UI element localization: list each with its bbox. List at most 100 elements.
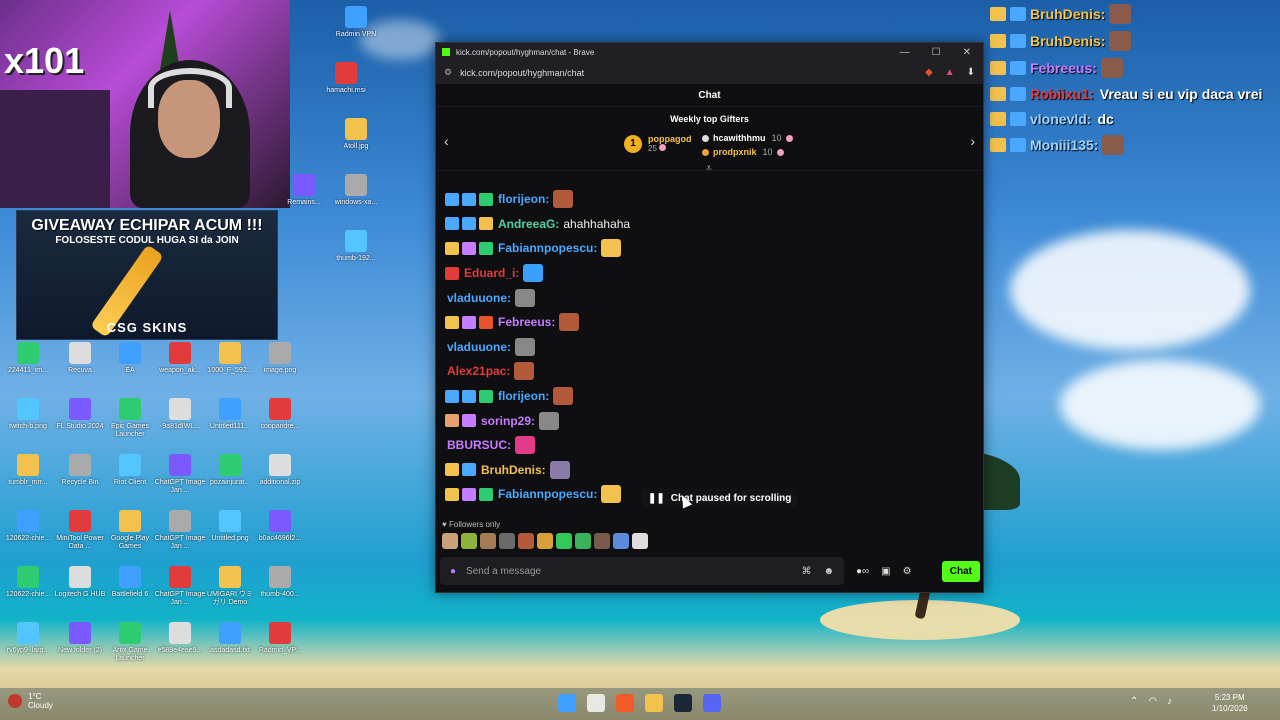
- user-badge-icon[interactable]: [445, 487, 459, 501]
- message-input[interactable]: ● Send a message ⌘ ☻: [440, 557, 844, 585]
- chat-username[interactable]: BBURSUC:: [447, 438, 511, 452]
- emote-icon[interactable]: [461, 533, 477, 549]
- store-icon[interactable]: ▣: [881, 566, 890, 577]
- kicks-icon[interactable]: ●∞: [856, 566, 869, 577]
- user-badge-icon[interactable]: [462, 487, 476, 501]
- chat-username[interactable]: BruhDenis:: [481, 463, 546, 477]
- desktop-icon[interactable]: thumb-192...: [330, 230, 382, 263]
- desktop-icon[interactable]: ChatGPT Image Jan ...: [154, 510, 206, 551]
- chat-username[interactable]: florijeon:: [498, 389, 549, 403]
- desktop-icon[interactable]: thumb-400...: [254, 566, 306, 599]
- user-badge-icon[interactable]: [445, 463, 459, 477]
- desktop-icon[interactable]: MiniTool Power Data ...: [54, 510, 106, 551]
- user-badge-icon[interactable]: [462, 463, 476, 477]
- desktop-icon[interactable]: FL Studio 2024: [54, 398, 106, 431]
- brave-rewards-icon[interactable]: ▲: [945, 67, 955, 78]
- desktop-icon[interactable]: 224411_im...: [2, 342, 54, 375]
- desktop-icon[interactable]: Recycle Bin: [54, 454, 106, 487]
- chat-username[interactable]: vladuuone:: [447, 291, 511, 305]
- desktop-icon[interactable]: b0ac4696f2...: [254, 510, 306, 543]
- user-badge-icon[interactable]: [462, 192, 476, 206]
- emote-icon[interactable]: [575, 533, 591, 549]
- clock[interactable]: 5:23 PM 1/10/2026: [1212, 692, 1248, 714]
- user-badge-icon[interactable]: [479, 315, 493, 329]
- emote-icon[interactable]: [594, 533, 610, 549]
- user-badge-icon[interactable]: [479, 487, 493, 501]
- desktop-icon[interactable]: image.png: [254, 342, 306, 375]
- chat-username[interactable]: sorinp29:: [481, 414, 535, 428]
- desktop-icon[interactable]: ChatGPT Image Jan ...: [154, 454, 206, 495]
- chat-username[interactable]: florijeon:: [498, 192, 549, 206]
- chat-paused-button[interactable]: ❚❚ Chat paused for scrolling: [642, 489, 798, 507]
- desktop-icon[interactable]: tumblr_mrr...: [2, 454, 54, 487]
- desktop-icon[interactable]: windows-xa...: [330, 174, 382, 207]
- desktop-icon[interactable]: Untitled.png: [204, 510, 256, 543]
- desktop-icon[interactable]: Epic Games Launcher: [104, 398, 156, 439]
- download-icon[interactable]: ⬇: [967, 67, 975, 78]
- emote-icon[interactable]: [556, 533, 572, 549]
- desktop-icon[interactable]: -9a81dIWL...: [154, 398, 206, 431]
- maximize-button[interactable]: ☐: [932, 47, 941, 58]
- emote-icon[interactable]: [632, 533, 648, 549]
- file-explorer-icon[interactable]: [645, 694, 663, 712]
- user-badge-icon[interactable]: [445, 241, 459, 255]
- desktop-icon[interactable]: weapon_ak...: [154, 342, 206, 375]
- discord-icon[interactable]: [703, 694, 721, 712]
- emote-icon[interactable]: [442, 533, 458, 549]
- desktop-icon[interactable]: 120622-chie...: [2, 566, 54, 599]
- desktop-icon[interactable]: rv6yp9_larg...: [2, 622, 54, 655]
- chat-username[interactable]: Febreeus:: [498, 315, 555, 329]
- user-badge-icon[interactable]: [462, 389, 476, 403]
- mic-icon[interactable]: ●: [450, 566, 456, 577]
- brave-icon[interactable]: [616, 694, 634, 712]
- desktop-icon[interactable]: Artix Game Launcher: [104, 622, 156, 663]
- desktop-icon[interactable]: Radmin_VP...: [254, 622, 306, 655]
- emote-icon[interactable]: [480, 533, 496, 549]
- user-badge-icon[interactable]: [479, 217, 493, 231]
- desktop-icon[interactable]: additional.zip: [254, 454, 306, 487]
- user-badge-icon[interactable]: [462, 414, 476, 428]
- user-badge-icon[interactable]: [445, 315, 459, 329]
- start-icon[interactable]: [558, 694, 576, 712]
- chat-username[interactable]: Alex21pac:: [447, 364, 510, 378]
- close-button[interactable]: ✕: [963, 47, 971, 58]
- user-badge-icon[interactable]: [479, 389, 493, 403]
- user-badge-icon[interactable]: [479, 241, 493, 255]
- desktop-icon[interactable]: UMIGARI ウミガリ Demo: [204, 566, 256, 607]
- send-chat-button[interactable]: Chat: [941, 560, 980, 582]
- desktop-icon[interactable]: Remains...: [278, 174, 330, 207]
- gifter-row[interactable]: prodpxnik 10: [702, 147, 793, 157]
- chat-username[interactable]: AndreeaG:: [498, 217, 559, 231]
- user-badge-icon[interactable]: [445, 217, 459, 231]
- next-arrow-icon[interactable]: ›: [970, 133, 975, 149]
- desktop-icon[interactable]: Riot Client: [104, 454, 156, 487]
- chat-username[interactable]: Fabiannpopescu:: [498, 241, 597, 255]
- volume-icon[interactable]: ♪: [1167, 696, 1172, 707]
- desktop-icon[interactable]: asdadasd.txt: [204, 622, 256, 655]
- url-field[interactable]: kick.com/popout/hyghman/chat: [460, 68, 584, 78]
- top-gifter-name[interactable]: poppagod: [648, 134, 692, 144]
- gifter-row[interactable]: hcawithhmu 10: [702, 133, 793, 143]
- desktop-icon[interactable]: coopandre...: [254, 398, 306, 431]
- chat-messages[interactable]: florijeon: AndreeaG: ahahhahaha Fabiannpope…: [436, 187, 983, 513]
- desktop-icon[interactable]: Atoll.jpg: [330, 118, 382, 151]
- chat-username[interactable]: Fabiannpopescu:: [498, 487, 597, 501]
- user-badge-icon[interactable]: [479, 192, 493, 206]
- desktop-icon[interactable]: Untitled111...: [204, 398, 256, 431]
- desktop-icon[interactable]: 120622-chie...: [2, 510, 54, 543]
- task-view-icon[interactable]: [587, 694, 605, 712]
- user-badge-icon[interactable]: [462, 241, 476, 255]
- translate-icon[interactable]: ⌘: [801, 566, 811, 577]
- desktop-icon[interactable]: Battlefield 6: [104, 566, 156, 599]
- minimize-button[interactable]: —: [900, 47, 910, 58]
- emote-icon[interactable]: [613, 533, 629, 549]
- desktop-icon[interactable]: Google Play Games: [104, 510, 156, 551]
- user-badge-icon[interactable]: [445, 389, 459, 403]
- desktop-icon[interactable]: twitch-b.png: [2, 398, 54, 431]
- weather-widget[interactable]: 1°C Cloudy: [8, 692, 53, 710]
- emote-icon[interactable]: [537, 533, 553, 549]
- user-badge-icon[interactable]: [445, 192, 459, 206]
- emote-icon[interactable]: [499, 533, 515, 549]
- desktop-icon[interactable]: New folder (2): [54, 622, 106, 655]
- tray-arrow-icon[interactable]: ⌃: [1130, 696, 1138, 707]
